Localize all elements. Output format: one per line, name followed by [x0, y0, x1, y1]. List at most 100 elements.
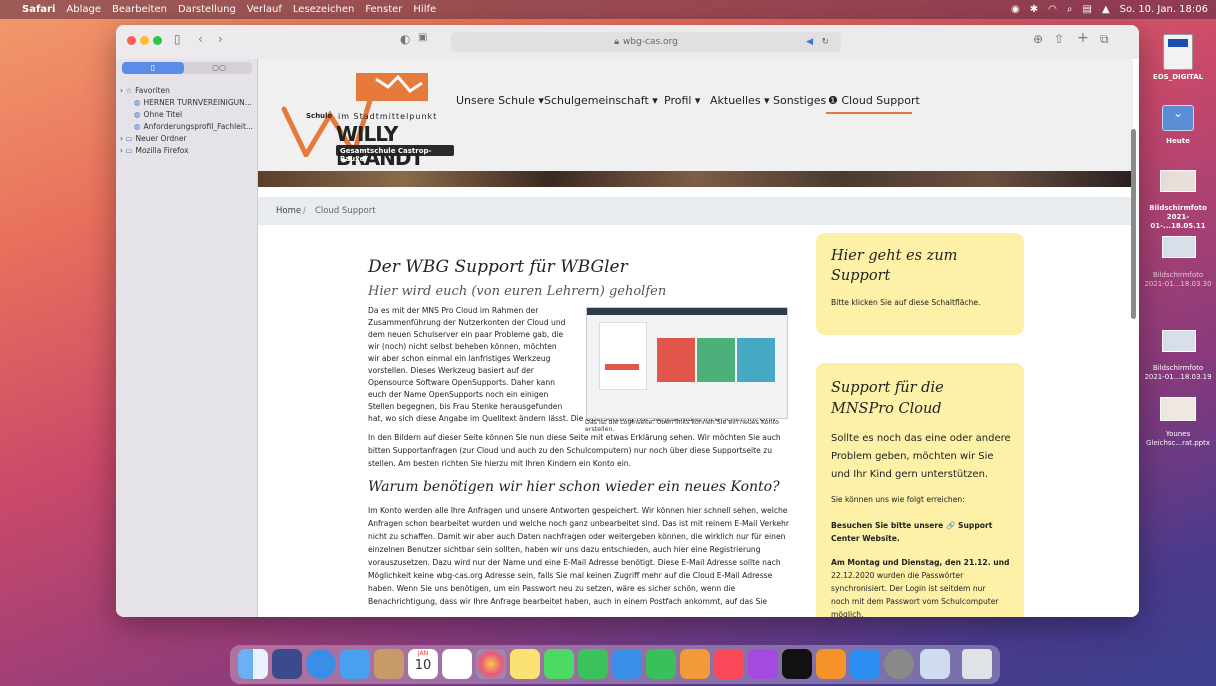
close-button[interactable] [127, 36, 136, 45]
address-bar[interactable]: 🔒︎ wbg-cas.org ◀︎ ↻ [451, 32, 841, 52]
screenshot-thumb-icon[interactable] [1160, 170, 1196, 192]
chevron-right-icon: › [120, 86, 123, 95]
new-tab-icon[interactable]: + [1077, 30, 1089, 46]
settings-icon[interactable] [884, 649, 914, 679]
numbers-icon[interactable] [646, 649, 676, 679]
sidebar-item-folder[interactable]: › ▭ Mozilla Firefox [120, 146, 189, 155]
photos-icon[interactable] [476, 649, 506, 679]
nav-label: Profil [664, 94, 692, 107]
tab-reading-list[interactable]: ○○ [188, 62, 250, 74]
article-title: Der WBG Support für WBGler [368, 257, 628, 277]
favorites-label: Favoriten [135, 86, 170, 95]
para3-line: Möglichkeit keine wbg-cas.org Adresse se… [368, 571, 773, 580]
tab-overview-icon[interactable]: ⧉ [1100, 32, 1109, 47]
sidebar-item-bookmark[interactable]: ◍ Ohne Titel [134, 110, 182, 119]
reload-icon[interactable]: ↻ [821, 37, 829, 47]
menu-ablage[interactable]: Ablage [66, 4, 101, 15]
sidebar-item-bookmark[interactable]: ◍ HERNER TURNVEREINIGUN... [134, 98, 252, 107]
logo-subtitle: Gesamtschule Castrop-Rauxel [340, 147, 432, 163]
nav-sonstiges[interactable]: Sonstiges [773, 94, 826, 107]
trash-icon[interactable] [962, 649, 992, 679]
intro-line: Da es mit der MNS Pro Cloud im Rahmen de… [368, 306, 539, 315]
screenshot-preview-icon[interactable] [920, 649, 950, 679]
finder-icon[interactable] [238, 649, 268, 679]
bluetooth-icon[interactable]: ✱ [1030, 4, 1038, 15]
messages-icon[interactable] [544, 649, 574, 679]
screenshot-thumb-icon[interactable] [1162, 330, 1196, 352]
desktop-label-heute: Heute [1166, 137, 1190, 145]
keynote-icon[interactable] [612, 649, 642, 679]
login-page-screenshot[interactable] [586, 307, 788, 419]
lock-icon: 🔒︎ [614, 37, 619, 47]
desktop-label-shot3: Bildschirmfoto 2021-01...18.03.19 [1144, 364, 1212, 381]
contacts-icon[interactable] [374, 649, 404, 679]
desktop-label-pptx: Younes Gleichsc...rat.pptx [1146, 430, 1210, 447]
menu-hilfe[interactable]: Hilfe [413, 4, 436, 15]
zoom-button[interactable] [153, 36, 162, 45]
menu-datetime[interactable]: So. 10. Jan. 18:06 [1120, 4, 1208, 15]
nav-cloud-support[interactable]: ❶ Cloud Support [828, 94, 920, 107]
school-logo[interactable]: Schule im Stadtmittelpunkt WILLY BRANDT … [278, 65, 458, 170]
sidebar-item-bookmark[interactable]: ◍ Anforderungsprofil_Fachleit... [134, 122, 253, 131]
forward-icon[interactable]: › [218, 32, 223, 46]
notification-icon[interactable]: ▲ [1102, 4, 1110, 15]
sidebar-item-favorites[interactable]: › ☆ Favoriten [120, 86, 170, 95]
support-center-link[interactable]: Besuchen Sie bitte unsere 🔗 Support [831, 519, 992, 532]
support-card-title-1: Hier geht es zum [831, 248, 958, 264]
bookmark-label: Ohne Titel [143, 110, 183, 119]
pages-icon[interactable] [680, 649, 710, 679]
folder-heute-icon[interactable]: ⌄ [1162, 105, 1194, 131]
nav-label: Schulgemeinschaft [544, 94, 649, 107]
books-icon[interactable] [816, 649, 846, 679]
status-record-icon[interactable]: ◉ [1011, 4, 1020, 15]
tv-icon[interactable] [782, 649, 812, 679]
sidebar-toggle-icon[interactable]: ▯ [174, 32, 181, 46]
page-scrollbar[interactable] [1131, 129, 1136, 319]
menu-lesezeichen[interactable]: Lesezeichen [293, 4, 354, 15]
disk-eos-icon[interactable] [1163, 34, 1193, 70]
tab-bookmarks[interactable]: ▯ [122, 62, 184, 74]
calendar-day: 10 [414, 658, 432, 673]
screenshot-thumb-icon[interactable] [1162, 236, 1196, 258]
chevron-right-icon: › [120, 146, 123, 155]
nav-aktuelles[interactable]: Aktuelles ▾ [710, 94, 770, 107]
nav-unsere-schule[interactable]: Unsere Schule ▾ [456, 94, 544, 107]
menu-verlauf[interactable]: Verlauf [247, 4, 282, 15]
reader-icon[interactable]: ▣ [418, 32, 427, 43]
back-icon[interactable]: ‹ [198, 32, 203, 46]
pptx-file-icon[interactable] [1160, 397, 1196, 421]
appstore-icon[interactable] [850, 649, 880, 679]
globe-icon: ◍ [134, 122, 141, 131]
support-card-text: Bitte klicken Sie auf diese Schaltfläche… [831, 298, 981, 307]
nav-schulgemeinschaft[interactable]: Schulgemeinschaft ▾ [544, 94, 658, 107]
reminders-icon[interactable] [442, 649, 472, 679]
menu-darstellung[interactable]: Darstellung [178, 4, 236, 15]
menu-app[interactable]: Safari [22, 4, 55, 15]
calendar-icon[interactable]: JAN 10 [408, 649, 438, 679]
breadcrumb-home[interactable]: Home [276, 206, 301, 216]
spotlight-icon[interactable]: ⌕ [1067, 4, 1073, 15]
share-icon[interactable]: ⇧ [1054, 32, 1064, 46]
notes-icon[interactable] [510, 649, 540, 679]
web-page: Schule im Stadtmittelpunkt WILLY BRANDT … [258, 59, 1139, 617]
minimize-button[interactable] [140, 36, 149, 45]
support-center-link[interactable]: Center Website. [831, 532, 900, 545]
nav-profil[interactable]: Profil ▾ [664, 94, 700, 107]
control-center-icon[interactable]: ▤ [1083, 4, 1092, 15]
menu-bearbeiten[interactable]: Bearbeiten [112, 4, 167, 15]
launchpad-icon[interactable] [272, 649, 302, 679]
audio-icon[interactable]: ◀︎ [806, 37, 813, 47]
download-icon[interactable]: ⊕ [1033, 32, 1043, 46]
mail-icon[interactable] [340, 649, 370, 679]
privacy-shield-icon[interactable]: ◐ [400, 32, 410, 46]
music-icon[interactable] [714, 649, 744, 679]
facetime-icon[interactable] [578, 649, 608, 679]
podcasts-icon[interactable] [748, 649, 778, 679]
bookmark-label: Anforderungsprofil_Fachleit... [143, 122, 254, 131]
menu-fenster[interactable]: Fenster [365, 4, 402, 15]
sidebar-item-folder[interactable]: › ▭ Neuer Ordner [120, 134, 187, 143]
support-card[interactable]: Hier geht es zum Support Bitte klicken S… [816, 233, 1024, 335]
safari-window: ▯ ‹ › ◐ ▣ 🔒︎ wbg-cas.org ◀︎ ↻ ⊕ ⇧ + ⧉ ▯ … [116, 25, 1139, 617]
wifi-icon[interactable]: ◠ [1048, 4, 1057, 15]
safari-icon[interactable] [306, 649, 336, 679]
